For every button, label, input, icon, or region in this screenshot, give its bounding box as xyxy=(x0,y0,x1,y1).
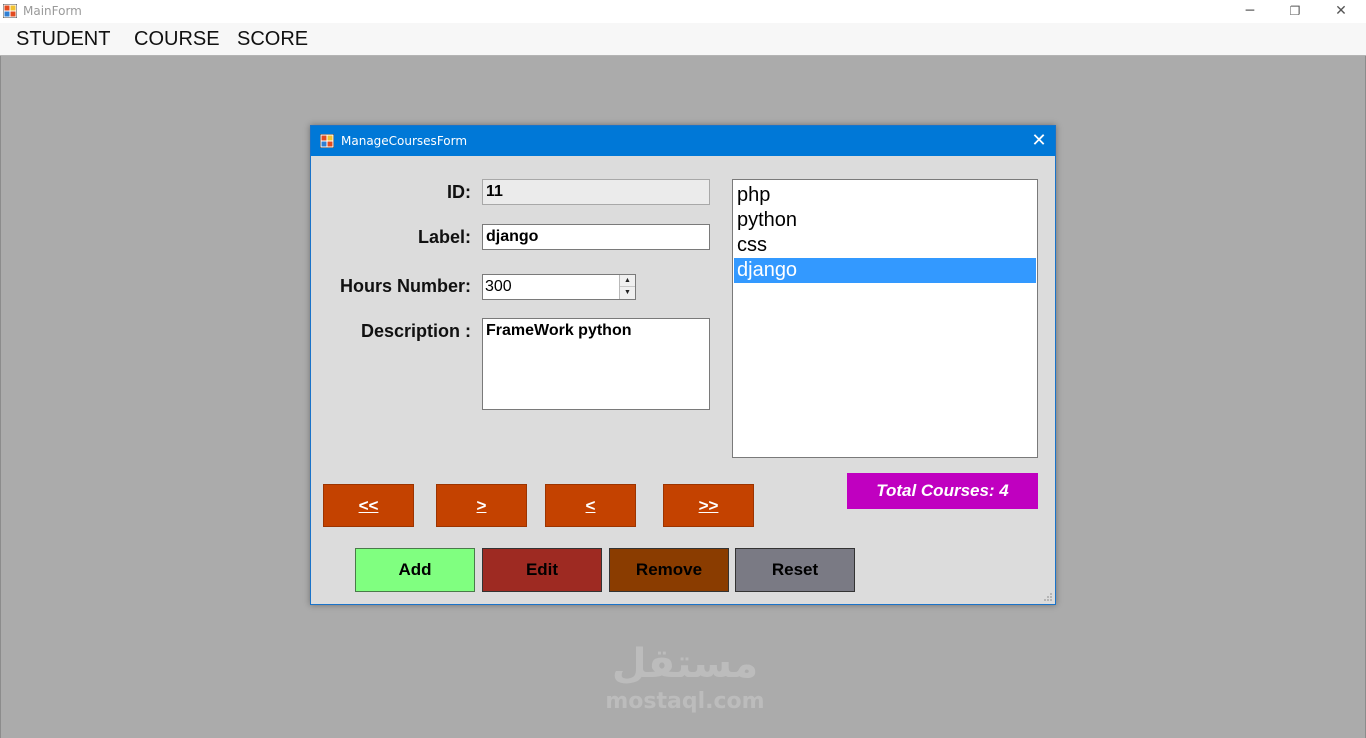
hours-label: Hours Number: xyxy=(339,276,471,296)
watermark-arabic: مستقل xyxy=(611,641,759,687)
first-button[interactable]: << xyxy=(323,484,414,527)
window-title: MainForm xyxy=(23,4,82,18)
remove-button[interactable]: Remove xyxy=(609,548,729,592)
total-courses-badge: Total Courses: 4 xyxy=(847,473,1038,509)
id-label: ID: xyxy=(447,182,471,202)
edit-button[interactable]: Edit xyxy=(482,548,602,592)
add-button[interactable]: Add xyxy=(355,548,475,592)
list-item[interactable]: python xyxy=(734,208,1036,233)
watermark-latin: mostaql.com xyxy=(605,689,765,714)
courses-listbox[interactable]: php python css django xyxy=(732,179,1038,458)
close-icon[interactable]: ✕ xyxy=(1025,130,1053,152)
hours-stepper[interactable]: 300 ▲ ▼ xyxy=(482,274,636,300)
last-button[interactable]: >> xyxy=(663,484,754,527)
minimize-icon[interactable]: ─ xyxy=(1227,0,1273,22)
list-item[interactable]: css xyxy=(734,233,1036,258)
previous-button[interactable]: < xyxy=(545,484,636,527)
list-item-selected[interactable]: django xyxy=(734,258,1036,283)
stepper-up-icon[interactable]: ▲ xyxy=(620,275,635,287)
next-button[interactable]: > xyxy=(436,484,527,527)
form-titlebar[interactable]: ManageCoursesForm ✕ xyxy=(311,126,1055,156)
manage-courses-form: ManageCoursesForm ✕ ID: 11 Label: django… xyxy=(310,125,1056,605)
menu-course[interactable]: COURSE xyxy=(134,28,220,51)
list-item[interactable]: php xyxy=(734,183,1036,208)
close-icon[interactable]: ✕ xyxy=(1318,0,1364,22)
label-field[interactable]: django xyxy=(482,224,710,250)
app-icon xyxy=(3,4,17,18)
description-label: Description : xyxy=(360,321,471,341)
id-field[interactable]: 11 xyxy=(482,179,710,205)
menu-score[interactable]: SCORE xyxy=(237,28,308,51)
reset-button[interactable]: Reset xyxy=(735,548,855,592)
menu-student[interactable]: STUDENT xyxy=(16,28,110,51)
stepper-down-icon[interactable]: ▼ xyxy=(620,287,635,299)
form-icon xyxy=(320,134,334,148)
menu-bar: STUDENT COURSE SCORE xyxy=(0,23,1366,56)
hours-value: 300 xyxy=(485,278,512,295)
resize-grip-icon[interactable] xyxy=(1043,592,1053,602)
main-titlebar[interactable]: MainForm ─ ❐ ✕ xyxy=(0,0,1366,23)
stepper-buttons: ▲ ▼ xyxy=(619,275,635,299)
description-field[interactable]: FrameWork python xyxy=(482,318,710,410)
form-title: ManageCoursesForm xyxy=(341,134,468,148)
label-label: Label: xyxy=(417,227,471,247)
watermark: مستقل mostaql.com xyxy=(600,640,770,725)
restore-icon[interactable]: ❐ xyxy=(1272,0,1318,22)
